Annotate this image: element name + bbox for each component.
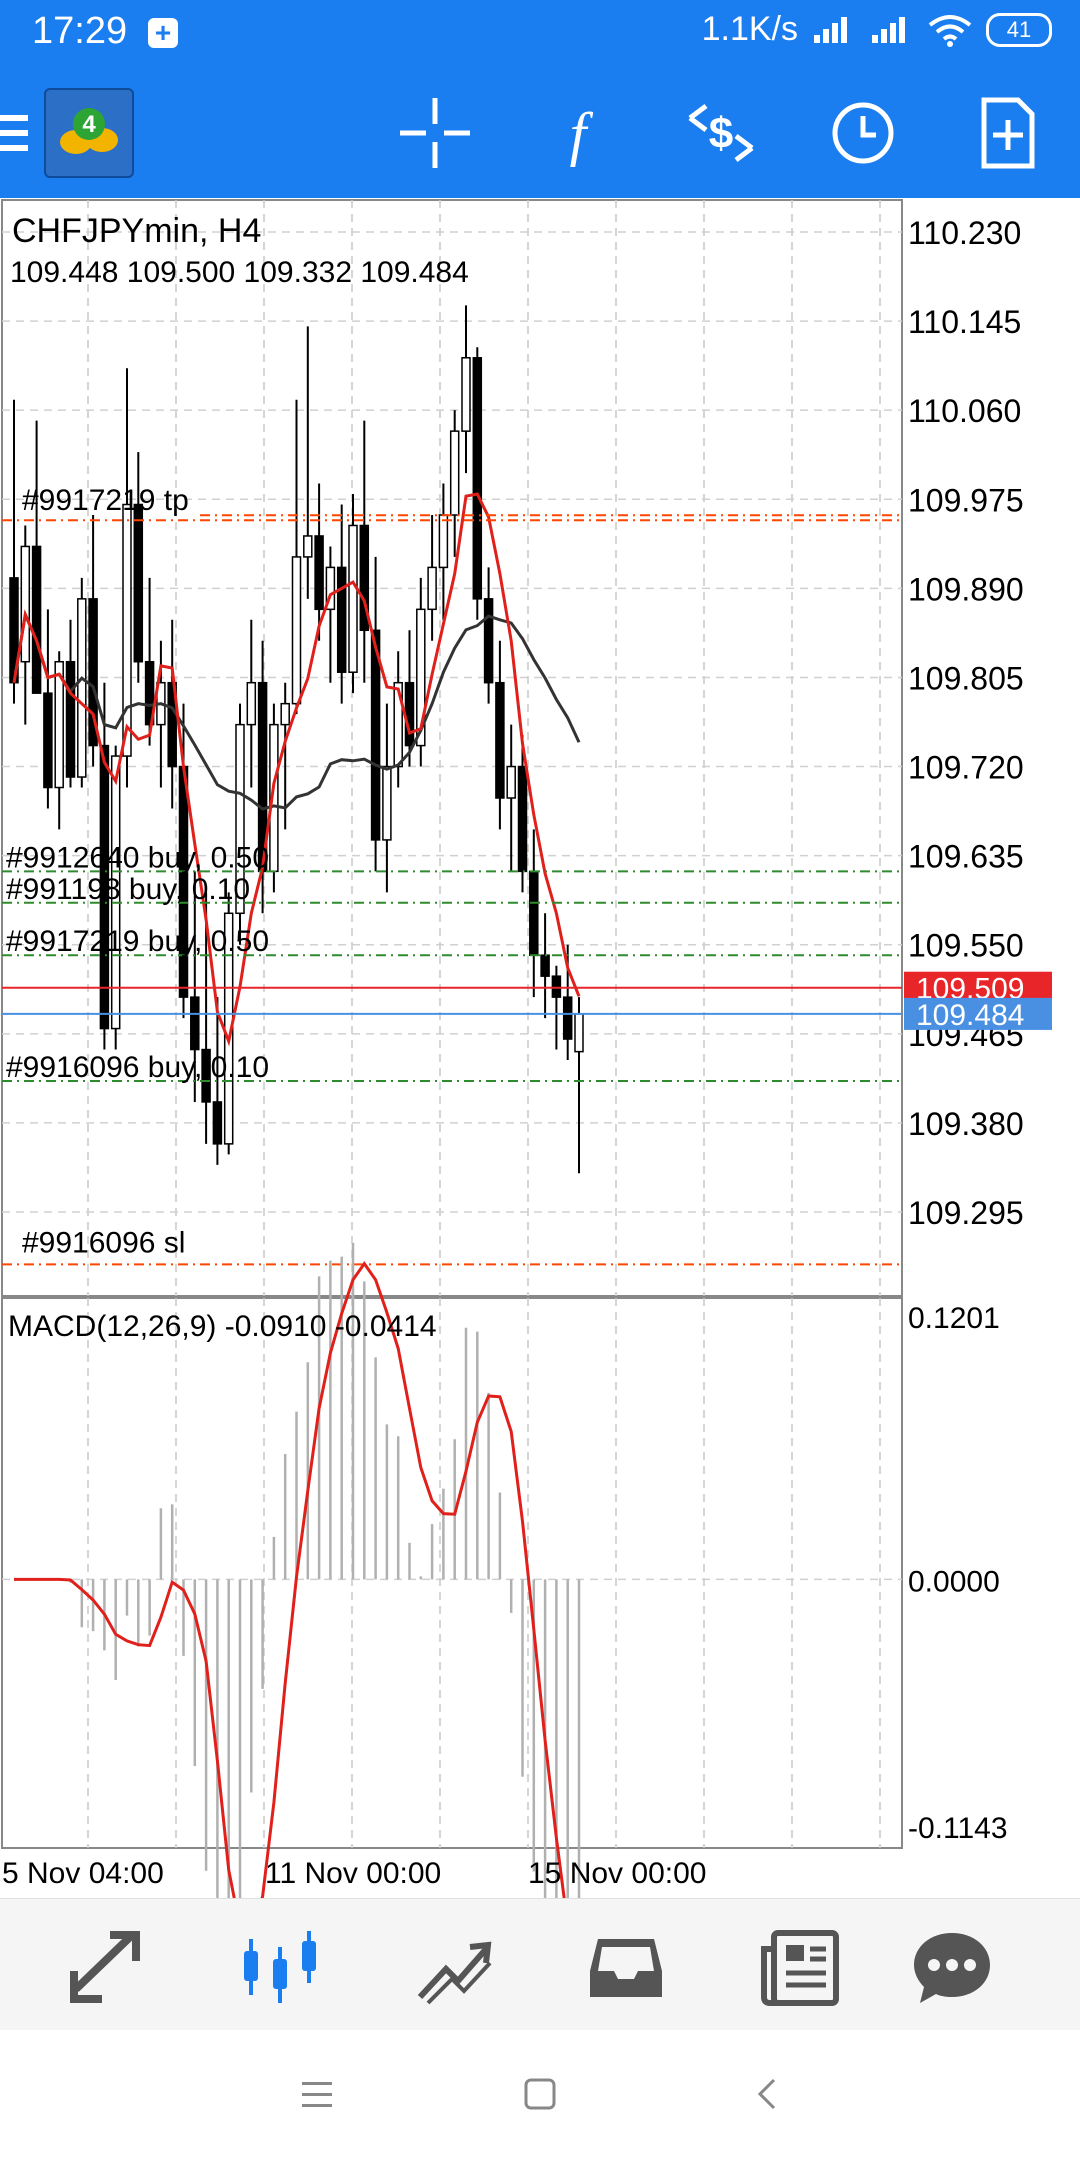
svg-text:4: 4	[82, 111, 96, 138]
candle	[348, 524, 358, 673]
candle	[314, 535, 324, 611]
svg-text:$: $	[709, 109, 733, 158]
candle	[280, 702, 290, 726]
menu-icon[interactable]	[300, 2080, 336, 2110]
system-navigation	[0, 2030, 1080, 2160]
chart-icon[interactable]	[238, 1925, 322, 2009]
signal-icon	[814, 16, 847, 43]
candle	[529, 870, 539, 956]
candle	[122, 503, 132, 757]
status-time: 17:29	[32, 10, 128, 52]
network-speed: 1.1K/s	[701, 10, 798, 48]
candle	[517, 765, 528, 873]
chart-area[interactable]: 110.230 110.145 110.060 109.975 109.890 109.8…	[0, 198, 1080, 2058]
top-toolbar: 4 f $	[0, 68, 1080, 198]
trade-icon[interactable]: $	[676, 88, 766, 178]
price-scale-label: 109.295	[908, 1195, 1024, 1231]
chart-ohlc: 109.448 109.500 109.332 109.484	[10, 256, 469, 289]
time-axis-label: 5 Nov 04:00	[2, 1857, 164, 1890]
price-scale-label: 109.720	[908, 750, 1024, 786]
signal-icon-2	[872, 16, 905, 43]
candle	[20, 545, 31, 663]
candle	[291, 556, 302, 705]
bottom-navigation	[0, 1898, 1080, 2031]
candle	[212, 1101, 223, 1145]
candle	[438, 514, 449, 569]
timeframe-icon[interactable]	[818, 88, 908, 178]
indicators-icon[interactable]: f	[533, 88, 623, 178]
price-scale-label: 109.380	[908, 1106, 1024, 1142]
candle	[336, 566, 347, 673]
order-label: #9916096 buy, 0.10	[6, 1051, 269, 1084]
price-pane	[1, 199, 903, 1297]
history-icon[interactable]	[584, 1925, 668, 2009]
candle	[449, 430, 460, 516]
back-icon[interactable]	[752, 2076, 782, 2112]
candle	[506, 765, 516, 799]
candle	[427, 566, 437, 611]
chart-symbol-title: CHFJPYmin, H4	[12, 212, 261, 250]
candle	[382, 765, 392, 841]
macd-label: MACD(12,26,9) -0.0910 -0.0414	[8, 1310, 437, 1343]
hamburger-icon[interactable]	[0, 113, 30, 153]
bid-price-label: 109.484	[916, 999, 1024, 1032]
macd-scale-label: 0.0000	[908, 1565, 1000, 1598]
candle	[551, 975, 562, 998]
status-indicators: 1.1K/s 41	[702, 10, 1052, 49]
macd-pane	[1, 1297, 903, 1849]
new-order-icon[interactable]	[962, 88, 1052, 178]
price-scale-label: 109.890	[908, 571, 1024, 607]
candle	[65, 660, 76, 778]
candle	[190, 996, 200, 1051]
notification-icon: +	[148, 18, 178, 48]
candle	[31, 545, 42, 694]
order-label: #99119​8 buy, 0.10	[6, 873, 250, 906]
sl-label: #9916096 sl	[22, 1226, 185, 1259]
order-label: #99172​19 buy, 0.50	[6, 925, 269, 958]
candle	[133, 503, 144, 663]
quotes-icon[interactable]	[66, 1925, 150, 2009]
price-scale-label: 109.975	[908, 482, 1024, 518]
candle	[574, 1013, 584, 1053]
crosshair-icon[interactable]	[390, 88, 480, 178]
news-icon[interactable]	[758, 1925, 842, 2009]
chart-canvas[interactable]: 110.230 110.145 110.060 109.975 109.890 109.8…	[0, 198, 1080, 2058]
candle	[246, 681, 257, 726]
candle	[43, 692, 53, 789]
candle	[495, 681, 505, 799]
price-scale-label: 110.145	[908, 304, 1021, 340]
svg-text:f: f	[570, 101, 594, 167]
status-bar: 17:29 + 1.1K/s 41	[0, 0, 1080, 68]
candle	[461, 357, 471, 432]
price-scale-label: 109.550	[908, 928, 1024, 964]
candle	[77, 598, 87, 778]
candle	[483, 598, 494, 684]
macd-scale-label: -0.1143	[908, 1812, 1008, 1845]
metatrader-4-icon[interactable]: 4	[44, 88, 134, 178]
price-scale-label: 110.060	[908, 393, 1021, 429]
candle	[540, 954, 550, 977]
candle	[303, 535, 313, 558]
candle	[562, 996, 573, 1040]
battery-icon: 41	[986, 12, 1052, 47]
home-icon[interactable]	[522, 2076, 558, 2112]
wifi-icon	[928, 14, 972, 47]
macd-scale-label: 0.1201	[908, 1302, 1000, 1335]
tp-label: #99172​19 tp	[22, 484, 189, 517]
time-axis-label: 15 Nov 00:00	[528, 1857, 706, 1890]
candle	[404, 681, 415, 747]
candle	[472, 357, 483, 600]
price-scale-label: 110.230	[908, 215, 1021, 251]
messages-icon[interactable]	[910, 1925, 994, 2009]
price-scale-label: 109.635	[908, 839, 1024, 875]
trade-icon[interactable]	[412, 1925, 496, 2009]
price-scale-label: 109.805	[908, 660, 1024, 696]
order-label: #991264​0 buy, 0.50	[6, 841, 269, 874]
time-axis-label: 11 Nov 00:00	[265, 1857, 441, 1890]
